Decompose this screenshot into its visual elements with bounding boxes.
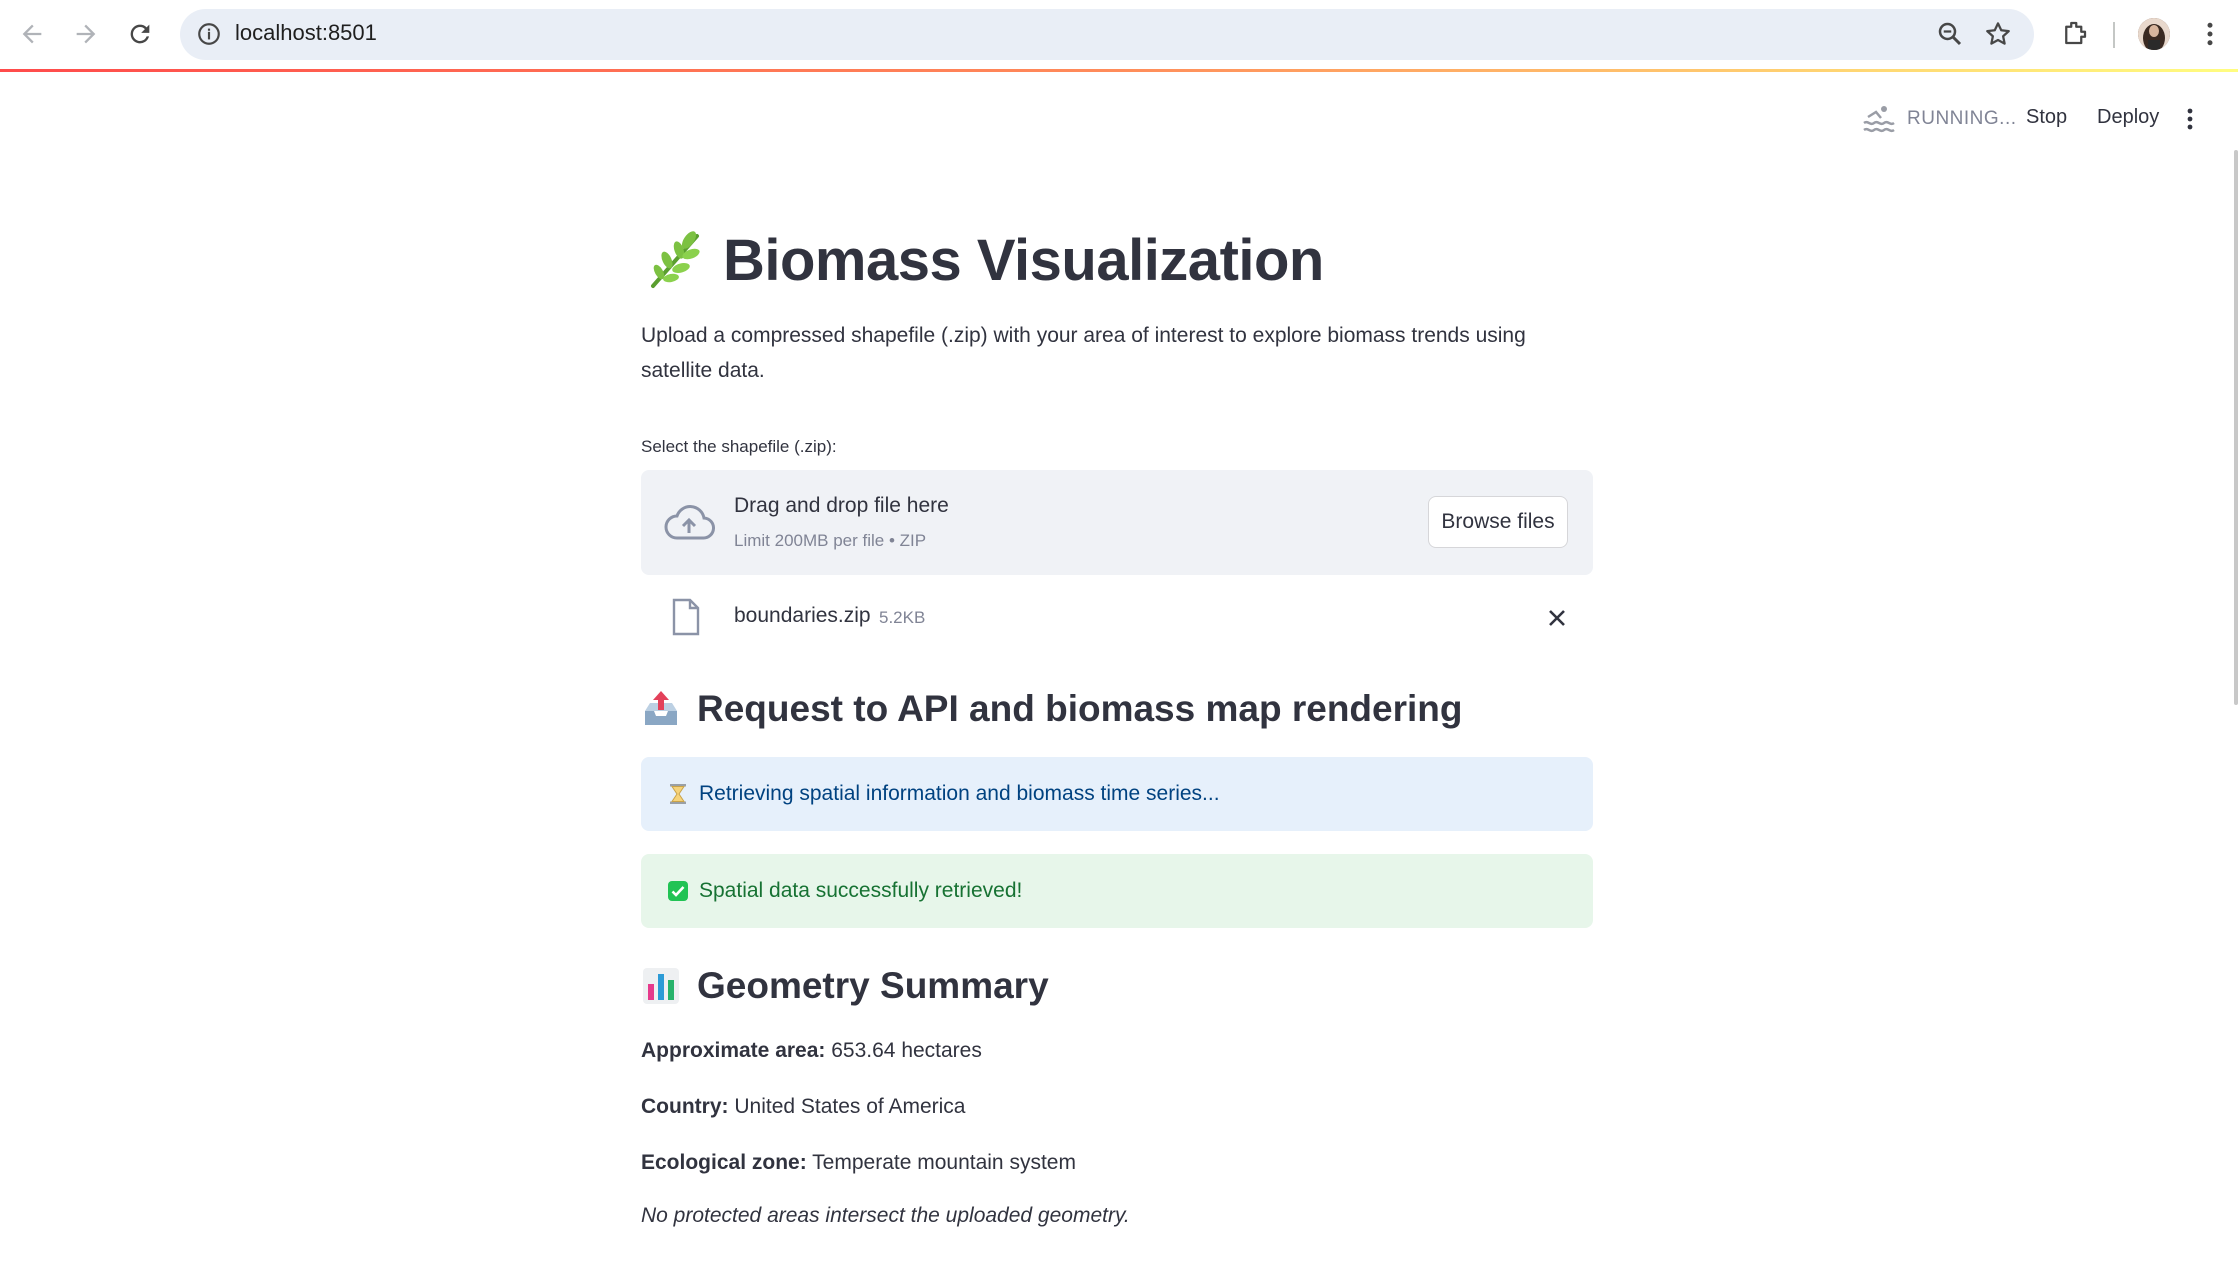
- zoom-icon[interactable]: [1935, 19, 1965, 49]
- back-icon[interactable]: [12, 14, 52, 54]
- info-icon[interactable]: [196, 21, 222, 47]
- section-heading-geometry: Geometry Summary: [641, 965, 1049, 1007]
- section-heading-api: Request to API and biomass map rendering: [641, 688, 1463, 730]
- deploy-button[interactable]: Deploy: [2097, 106, 2159, 129]
- reload-icon[interactable]: [120, 14, 160, 54]
- decoration-bar: [0, 69, 2238, 72]
- stop-button[interactable]: Stop: [2026, 106, 2067, 129]
- toolbar-divider: [2113, 22, 2115, 48]
- area-value: 653.64 hectares: [831, 1039, 982, 1062]
- file-dropzone[interactable]: Drag and drop file here Limit 200MB per …: [641, 470, 1593, 575]
- section-heading-geometry-text: Geometry Summary: [697, 965, 1049, 1006]
- browse-files-button[interactable]: Browse files: [1428, 496, 1568, 548]
- cloud-upload-icon: [664, 505, 715, 540]
- dropzone-title: Drag and drop file here: [734, 494, 949, 517]
- bar-chart-icon: [643, 968, 679, 1004]
- file-size: 5.2KB: [879, 608, 926, 627]
- section-heading-api-text: Request to API and biomass map rendering: [697, 688, 1463, 729]
- area-row: Approximate area: 653.64 hectares: [641, 1039, 982, 1063]
- country-value: United States of America: [734, 1095, 966, 1118]
- success-alert: Spatial data successfully retrieved!: [641, 854, 1593, 928]
- main-menu-icon[interactable]: [2178, 104, 2202, 134]
- avatar[interactable]: [2138, 18, 2170, 50]
- upload-label: Select the shapefile (.zip):: [641, 437, 837, 456]
- country-row: Country: United States of America: [641, 1095, 965, 1119]
- intro-text: Upload a compressed shapefile (.zip) wit…: [641, 324, 1526, 382]
- herb-icon: [651, 231, 700, 288]
- area-label: Approximate area:: [641, 1039, 826, 1062]
- browser-toolbar: localhost:8501: [0, 0, 2238, 69]
- country-label: Country:: [641, 1095, 729, 1118]
- file-name: boundaries.zip: [734, 604, 871, 627]
- running-status: RUNNING...: [1907, 108, 2017, 129]
- address-bar[interactable]: localhost:8501: [180, 9, 2034, 60]
- bookmark-star-icon[interactable]: [1983, 19, 2013, 49]
- title-row: Biomass Visualization: [641, 225, 1324, 295]
- ecological-zone-label: Ecological zone:: [641, 1151, 807, 1174]
- url-text[interactable]: localhost:8501: [235, 20, 377, 46]
- forward-icon[interactable]: [66, 14, 106, 54]
- outbox-tray-icon: [645, 691, 677, 725]
- extensions-icon[interactable]: [2060, 18, 2090, 48]
- success-alert-text: Spatial data successfully retrieved!: [699, 879, 1023, 902]
- dropzone-limit: Limit 200MB per file • ZIP: [734, 531, 927, 550]
- ecological-zone-row: Ecological zone: Temperate mountain syst…: [641, 1151, 1076, 1175]
- hourglass-icon: [670, 784, 686, 804]
- check-mark-icon: [668, 881, 688, 901]
- info-alert-text: Retrieving spatial information and bioma…: [699, 782, 1220, 805]
- page-title: Biomass Visualization: [723, 227, 1324, 293]
- scrollbar[interactable]: [2234, 150, 2238, 705]
- ecological-zone-value: Temperate mountain system: [812, 1151, 1076, 1174]
- info-alert: Retrieving spatial information and bioma…: [641, 757, 1593, 831]
- uploaded-file: boundaries.zip 5.2KB: [641, 596, 1593, 640]
- menu-kebab-icon[interactable]: [2195, 18, 2225, 50]
- protected-areas-note: No protected areas intersect the uploade…: [641, 1204, 1130, 1227]
- close-icon[interactable]: [1545, 606, 1569, 630]
- running-swimmer-icon: [1863, 106, 1895, 133]
- file-icon: [672, 598, 700, 636]
